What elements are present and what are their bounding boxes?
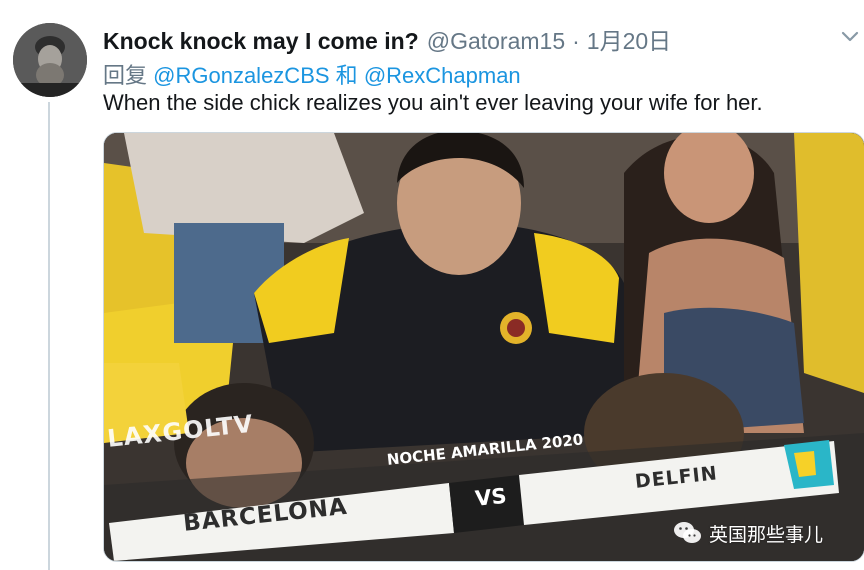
- avatar[interactable]: [13, 23, 87, 97]
- thread-connector-line: [48, 102, 50, 570]
- mention-link-rgonzalezcbs[interactable]: @RGonzalezCBS: [153, 63, 329, 88]
- tweet-text: When the side chick realizes you ain't e…: [103, 90, 763, 115]
- avatar-image: [13, 23, 87, 97]
- tweet-date[interactable]: 1月20日: [587, 22, 671, 56]
- wechat-icon: [674, 522, 701, 543]
- vs-label: VS: [474, 483, 508, 511]
- tweet-header: Knock knock may I come in? @Gatoram15 · …: [103, 22, 671, 54]
- mention-link-rexchapman[interactable]: @RexChapman: [364, 63, 521, 88]
- user-handle[interactable]: @Gatoram15: [427, 28, 565, 55]
- tweet-media-image[interactable]: LAXGOLTV NOCHE AMARILLA 2020 BARCELONA V…: [103, 132, 864, 562]
- display-name[interactable]: Knock knock may I come in?: [103, 28, 419, 55]
- watermark: 英国那些事儿: [673, 518, 823, 548]
- separator-dot: ·: [572, 28, 580, 54]
- watermark-text: 英国那些事儿: [709, 524, 824, 546]
- chevron-down-icon[interactable]: [840, 26, 860, 46]
- reply-context: 回复 @RGonzalezCBS 和 @RexChapman: [103, 58, 521, 90]
- reply-prefix: 回复: [103, 63, 148, 88]
- reply-joiner: 和: [335, 63, 358, 88]
